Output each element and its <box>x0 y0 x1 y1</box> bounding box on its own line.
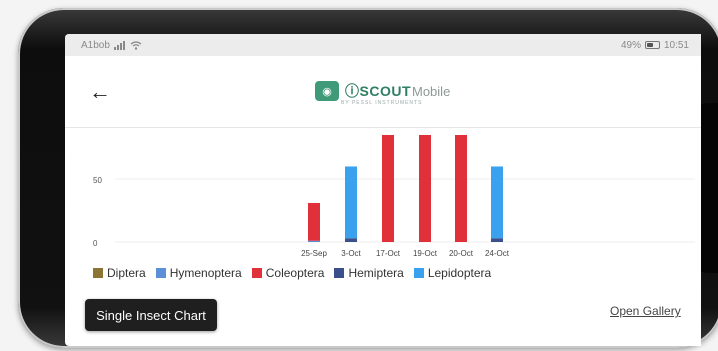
logo-tagline: BY PESSL INSTRUMENTS <box>341 100 423 106</box>
legend-item-hymenoptera[interactable]: Hymenoptera <box>155 266 242 280</box>
battery-percent: 49% <box>620 39 641 51</box>
legend-item-lepidoptera[interactable]: Lepidoptera <box>413 266 492 280</box>
y-tick-label: 0 <box>93 239 98 248</box>
open-gallery-link[interactable]: Open Gallery <box>610 304 681 318</box>
x-tick-label: 19-Oct <box>413 249 438 258</box>
x-tick-label: 24-Oct <box>485 249 510 258</box>
insect-bar-chart: 50 0 25-Sep 3-Oct 17-Oct 19-Oct 20-Oct 24-Oct <box>93 135 695 258</box>
legend-swatch <box>413 268 424 278</box>
legend-label: Diptera <box>107 266 146 280</box>
legend-swatch <box>334 268 345 278</box>
app-header: ← ◉ ⓘSCOUTMobile BY PESSL INSTRUMENTS <box>65 56 701 128</box>
logo-i-icon: ⓘ <box>345 83 360 99</box>
legend-swatch <box>93 268 103 278</box>
legend-swatch <box>251 268 262 278</box>
clock: 10:51 <box>663 39 689 51</box>
battery-icon <box>644 41 660 49</box>
legend-label: Hemiptera <box>348 266 404 280</box>
logo-wordmark: ⓘSCOUTMobile <box>345 81 450 101</box>
y-tick-label: 50 <box>93 176 102 185</box>
signal-icon <box>113 40 125 50</box>
bar-hemiptera[interactable] <box>491 238 503 242</box>
bar-lepidoptera[interactable] <box>345 166 357 239</box>
carrier-label: A1bob <box>81 39 110 51</box>
back-arrow-icon[interactable]: ← <box>89 81 111 103</box>
logo-text: SCOUT <box>359 83 411 99</box>
x-tick-label: 20-Oct <box>449 249 474 258</box>
wifi-icon <box>130 40 142 50</box>
single-insect-chart-button[interactable]: Single Insect Chart <box>85 299 217 331</box>
legend-swatch <box>155 268 166 278</box>
device-frame: A1bob 49% 10:51 ← ◉ ⓘSCOUTMobile BY PESS… <box>0 0 718 351</box>
legend-label: Lepidoptera <box>427 266 492 280</box>
bar-coleoptera[interactable] <box>419 135 431 242</box>
chart-legend: Diptera Hymenoptera Coleoptera Hemiptera Lep… <box>93 266 491 280</box>
bar-coleoptera[interactable] <box>455 135 467 242</box>
legend-label: Hymenoptera <box>169 266 242 280</box>
legend-item-diptera[interactable]: Diptera <box>93 266 146 280</box>
bar-hymenoptera[interactable] <box>308 240 320 242</box>
bar-coleoptera[interactable] <box>382 135 394 242</box>
legend-item-hemiptera[interactable]: Hemiptera <box>334 266 404 280</box>
status-right: 49% 10:51 <box>621 40 689 51</box>
x-tick-label: 25-Sep <box>301 249 327 258</box>
logo-suffix: Mobile <box>412 84 451 99</box>
status-bar: A1bob 49% 10:51 <box>65 34 701 56</box>
x-tick-label: 17-Oct <box>376 249 401 258</box>
app-logo: ◉ ⓘSCOUTMobile <box>315 81 450 101</box>
camera-leaf-icon: ◉ <box>315 81 339 101</box>
status-left: A1bob <box>81 40 142 51</box>
phone-body: A1bob 49% 10:51 ← ◉ ⓘSCOUTMobile BY PESS… <box>18 8 718 348</box>
app-screen: A1bob 49% 10:51 ← ◉ ⓘSCOUTMobile BY PESS… <box>65 34 701 346</box>
bar-hemiptera[interactable] <box>345 238 357 242</box>
bar-lepidoptera[interactable] <box>491 166 503 239</box>
bar-coleoptera[interactable] <box>308 202 320 241</box>
legend-label: Coleoptera <box>265 266 325 280</box>
x-tick-label: 3-Oct <box>341 249 361 258</box>
legend-item-coleoptera[interactable]: Coleoptera <box>251 266 325 280</box>
